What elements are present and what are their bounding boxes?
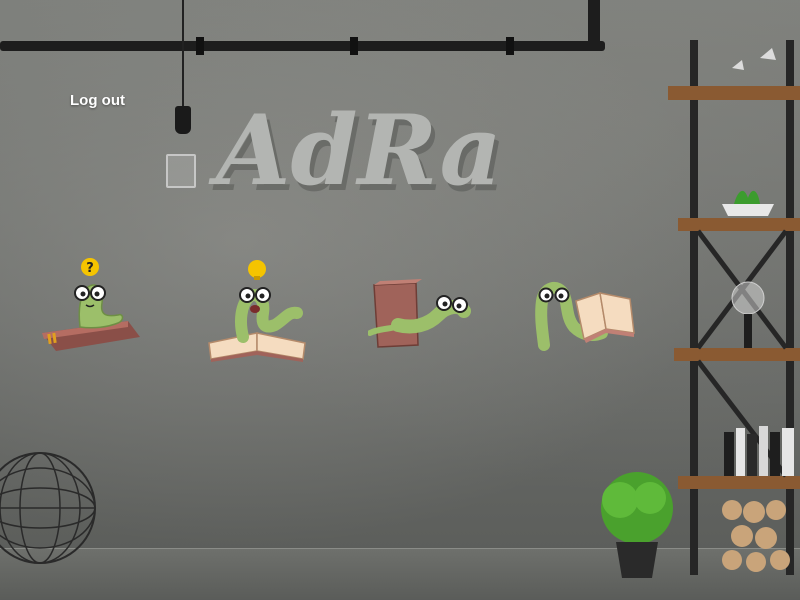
game-logo: AdRa AdRa [208, 94, 506, 213]
game-scene: Log out AdRa AdRa ? [0, 0, 800, 600]
hanging-lamp-icon [175, 106, 191, 134]
glass-icon [166, 154, 196, 188]
worm-question-book-icon: ? [42, 258, 140, 351]
lamp-cord [182, 0, 184, 108]
svg-text:?: ? [86, 261, 94, 276]
worm-holding-book-icon [367, 279, 471, 348]
wall-shelf [668, 40, 800, 575]
level-3-button[interactable] [367, 255, 478, 370]
pipe-clamp [196, 37, 204, 55]
ceiling-pipe [0, 41, 605, 51]
level-1-button[interactable]: ? [38, 255, 148, 370]
potted-plant-icon [601, 472, 673, 578]
pipe-clamp [350, 37, 358, 55]
logo-text: AdRa [208, 94, 502, 207]
wireframe-globe-icon [0, 452, 96, 564]
ceiling-pipe-vertical [588, 0, 600, 50]
logout-button[interactable]: Log out [70, 92, 125, 109]
level-2-button[interactable] [205, 255, 315, 370]
worm-idea-open-book-icon [208, 260, 306, 362]
level-4-button[interactable] [530, 255, 640, 370]
pipe-clamp [506, 37, 514, 55]
worm-reading-book-icon [535, 281, 635, 351]
